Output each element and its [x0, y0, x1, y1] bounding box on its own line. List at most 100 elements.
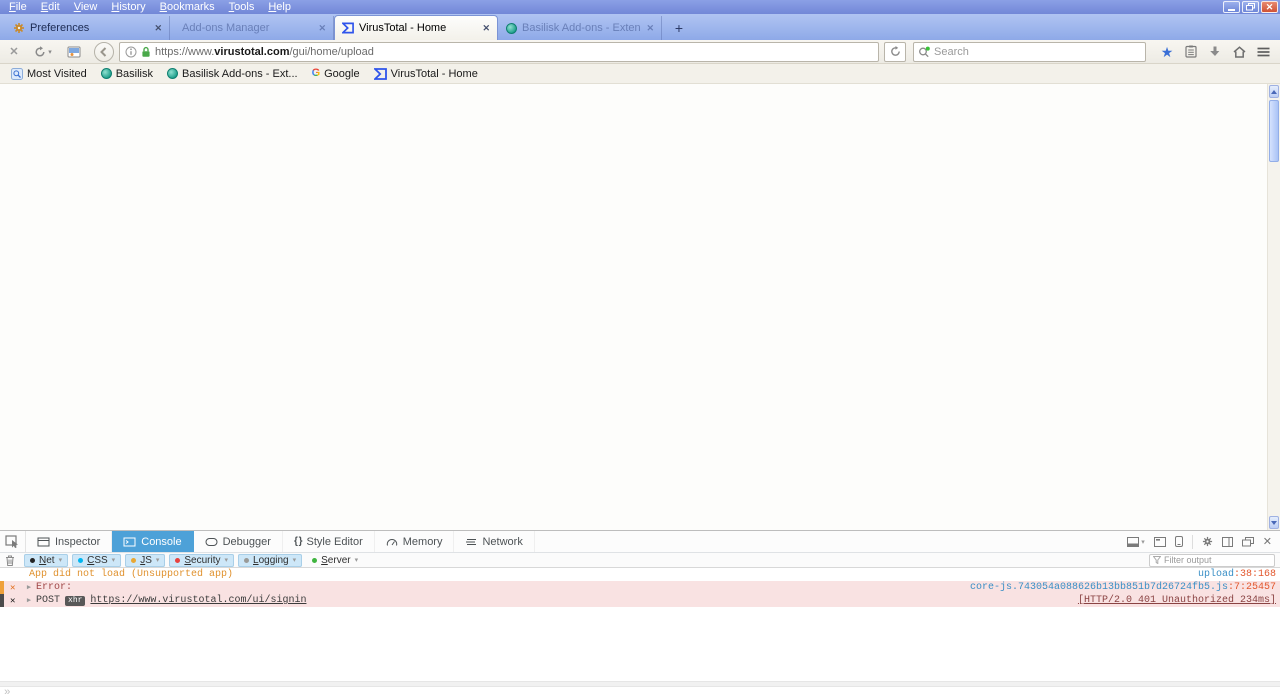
scrollbar-down-button[interactable]	[1269, 516, 1279, 529]
menu-help[interactable]: Help	[261, 1, 298, 14]
scrollbar-thumb[interactable]	[1269, 100, 1279, 162]
windows-icon[interactable]	[1241, 536, 1254, 547]
filter-label: Net	[39, 554, 55, 566]
session-reload-button[interactable]: ▾	[26, 42, 60, 62]
close-devtools-button[interactable]: ✕	[1263, 535, 1272, 548]
search-icon[interactable]	[918, 46, 931, 58]
pick-element-button[interactable]	[0, 531, 26, 552]
devtools-toolbox-controls: ▾ ✕	[1127, 531, 1280, 552]
filter-logging-button[interactable]: Logging ▾	[238, 553, 303, 567]
source-file[interactable]: upload	[1198, 569, 1234, 580]
stop-button[interactable]: ✕	[5, 42, 23, 62]
bookmark-basilisk[interactable]: Basilisk	[95, 66, 159, 82]
vertical-scrollbar[interactable]	[1267, 84, 1280, 530]
expand-arrow-icon[interactable]: ▶	[22, 596, 36, 605]
downloads-button[interactable]	[1203, 42, 1227, 62]
filter-output-input[interactable]	[1164, 555, 1271, 565]
chevron-down-icon[interactable]: ▾	[355, 556, 359, 564]
console-warning-row[interactable]: App did not load (Unsupported app) uploa…	[0, 568, 1280, 581]
page-content	[0, 84, 1280, 530]
logging-dot-icon	[244, 557, 250, 563]
tab-network[interactable]: Network	[454, 531, 535, 552]
request-url-link[interactable]: https://www.virustotal.com/ui/signin	[90, 595, 306, 606]
menu-view[interactable]: View	[67, 1, 105, 14]
search-box[interactable]	[913, 41, 1146, 62]
tab-close-icon[interactable]: ✕	[154, 23, 162, 34]
bookmark-google[interactable]: G Google	[306, 66, 366, 82]
source-link[interactable]: core-js.743054a088626b13bb851b7d26724fb5…	[970, 582, 1276, 593]
tab-preferences[interactable]: Preferences ✕	[6, 16, 170, 40]
back-button[interactable]	[94, 41, 114, 62]
bookmark-virustotal[interactable]: VirusTotal - Home	[368, 66, 484, 82]
new-tab-page-icon[interactable]	[63, 42, 85, 62]
reload-icon	[890, 46, 900, 56]
bookmark-basilisk-addons[interactable]: Basilisk Add-ons - Ext...	[161, 66, 304, 82]
search-input[interactable]	[934, 45, 1141, 58]
gauge-icon	[386, 537, 398, 547]
menu-bookmarks[interactable]: Bookmarks	[153, 1, 222, 14]
tab-basilisk-addons[interactable]: Basilisk Add-ons - Extensions ✕	[498, 16, 662, 40]
dock-bottom-button[interactable]: ▾	[1127, 536, 1145, 547]
clear-console-button[interactable]	[5, 555, 15, 566]
new-tab-button[interactable]: +	[667, 18, 691, 37]
minimize-icon	[1228, 9, 1235, 11]
filter-js-button[interactable]: JS ▾	[125, 553, 166, 567]
tab-console[interactable]: Console	[112, 531, 194, 552]
tab-memory[interactable]: Memory	[375, 531, 455, 552]
stop-icon: ✕	[9, 46, 19, 58]
separate-window-icon[interactable]	[1153, 536, 1166, 547]
window-controls: ✕	[1223, 1, 1278, 13]
filter-server-button[interactable]: Server ▾	[306, 554, 364, 567]
tab-virustotal[interactable]: VirusTotal - Home ✕	[334, 15, 498, 40]
chevron-down-icon[interactable]: ▾	[156, 556, 160, 564]
sidebar-toggle-icon[interactable]	[1221, 536, 1233, 547]
menu-edit[interactable]: Edit	[34, 1, 67, 14]
library-button[interactable]	[1179, 42, 1203, 62]
chevron-down-icon[interactable]: ▾	[59, 556, 63, 564]
bookmark-star-button[interactable]: ★	[1155, 42, 1179, 62]
home-button[interactable]	[1227, 42, 1251, 62]
bookmark-most-visited[interactable]: Most Visited	[5, 66, 93, 82]
dock-side-icon[interactable]	[1174, 536, 1183, 547]
source-file[interactable]: core-js.743054a088626b13bb851b7d26724fb5…	[970, 582, 1228, 593]
bookmark-label: VirusTotal - Home	[390, 67, 478, 80]
tab-style-editor[interactable]: { } Style Editor	[283, 531, 375, 552]
bookmark-label: Basilisk	[115, 67, 154, 80]
scrollbar-up-button[interactable]	[1269, 85, 1279, 98]
restore-button[interactable]	[1242, 1, 1259, 13]
tab-close-icon[interactable]: ✕	[646, 23, 654, 34]
tab-debugger[interactable]: Debugger	[194, 531, 283, 552]
close-button[interactable]: ✕	[1261, 1, 1278, 13]
gear-icon[interactable]	[1202, 536, 1213, 547]
expand-arrow-icon[interactable]: ▶	[22, 583, 36, 592]
tab-addons-manager[interactable]: Add-ons Manager ✕	[170, 16, 334, 40]
chevron-down-icon[interactable]: ▾	[225, 556, 229, 564]
minimize-button[interactable]	[1223, 1, 1240, 13]
url-scheme: https://www.	[155, 45, 215, 58]
reload-button[interactable]	[884, 41, 906, 62]
tab-close-icon[interactable]: ✕	[318, 23, 326, 34]
lock-icon[interactable]	[141, 46, 151, 58]
chevron-down-icon[interactable]: ▾	[293, 556, 297, 564]
http-status-link[interactable]: [HTTP/2.0 401 Unauthorized 234ms]	[1078, 595, 1276, 606]
filter-security-button[interactable]: Security ▾	[169, 553, 235, 567]
source-link[interactable]: upload:38:168	[1198, 569, 1276, 580]
filter-net-button[interactable]: Net ▾	[24, 553, 69, 567]
menu-history[interactable]: History	[104, 1, 152, 14]
tab-inspector[interactable]: Inspector	[26, 531, 113, 552]
menu-tools[interactable]: Tools	[222, 1, 262, 14]
console-input-line[interactable]: »	[0, 687, 1280, 700]
console-error-row[interactable]: ✕ ▶ Error: core-js.743054a088626b13bb851…	[0, 581, 1280, 594]
filter-output-box[interactable]	[1149, 553, 1275, 567]
tab-close-icon[interactable]: ✕	[482, 23, 490, 34]
console-network-error-row[interactable]: ✕ ▶ POST xhr https://www.virustotal.com/…	[0, 594, 1280, 607]
chevron-down-icon[interactable]: ▾	[112, 556, 116, 564]
url-bar[interactable]: https://www.virustotal.com/gui/home/uplo…	[119, 41, 879, 62]
page-info-icon[interactable]	[125, 46, 137, 58]
menu-button[interactable]	[1251, 42, 1275, 62]
menu-file[interactable]: File	[2, 1, 34, 14]
filter-css-button[interactable]: CSS ▾	[72, 553, 122, 567]
url-text[interactable]: https://www.virustotal.com/gui/home/uplo…	[155, 46, 374, 58]
source-position: :38:168	[1233, 569, 1276, 580]
severity-strip	[0, 594, 4, 607]
